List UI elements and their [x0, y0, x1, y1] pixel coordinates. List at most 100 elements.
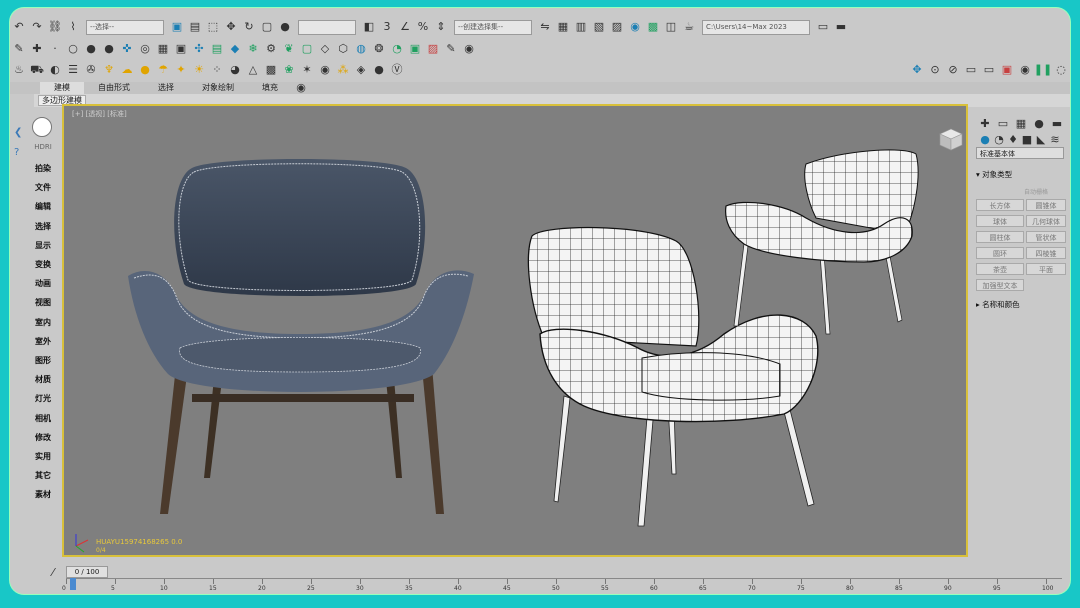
timeline-ruler[interactable]: 0 5 10 15 20 25 30 35 40 45 50 55 60 65 70 75 80 85 90 95 10…	[62, 578, 1062, 592]
fabric-chair[interactable]	[128, 159, 474, 514]
left-menu-item[interactable]: 修改	[28, 432, 58, 443]
sun-icon[interactable]: ☀	[192, 63, 206, 77]
systems-icon[interactable]: ≋	[1048, 133, 1062, 147]
umbrella-icon[interactable]: ☂	[156, 63, 170, 77]
primitive-button[interactable]: 几何球体	[1026, 215, 1066, 227]
angle-snap-icon[interactable]: ∠	[398, 20, 412, 34]
lamp-icon[interactable]: ♆	[102, 63, 116, 77]
tools-icon[interactable]: ⊘	[946, 63, 960, 77]
plant-icon[interactable]: ❀	[282, 63, 296, 77]
box-red-icon[interactable]: ▨	[426, 42, 440, 56]
left-menu-item[interactable]: 其它	[28, 470, 58, 481]
render-frame-icon[interactable]: ◫	[664, 20, 678, 34]
display-tab-icon[interactable]: ▬	[1050, 117, 1064, 131]
left-menu-item[interactable]: 拍染	[28, 163, 58, 174]
leaf-icon[interactable]: ❦	[282, 42, 296, 56]
perspective-viewport[interactable]: [+] [透视] [标准] HUAYU15974168265 0.0 0/4	[62, 104, 968, 557]
target-icon[interactable]: ◎	[138, 42, 152, 56]
left-menu-item[interactable]: 动画	[28, 278, 58, 289]
color-dots-icon[interactable]: ⁂	[336, 63, 350, 77]
undo-icon[interactable]: ↶	[12, 20, 26, 34]
unlink-icon[interactable]: ⌇	[66, 20, 80, 34]
mirror-ball-icon[interactable]: ◕	[228, 63, 242, 77]
redo-icon[interactable]: ↷	[30, 20, 44, 34]
panel2-icon[interactable]: ▭	[964, 63, 978, 77]
folder-icon[interactable]: ▭	[816, 20, 830, 34]
motion-tab-icon[interactable]: ●	[1032, 117, 1046, 131]
left-menu-item[interactable]: 灯光	[28, 393, 58, 404]
tab-modeling[interactable]: 建模	[40, 82, 84, 94]
car-icon[interactable]: ⛟	[30, 63, 44, 77]
material-ball-icon[interactable]: ◉	[318, 63, 332, 77]
left-menu-item[interactable]: 变换	[28, 259, 58, 270]
primitive-button[interactable]: 圆柱体	[976, 231, 1024, 243]
left-menu-item[interactable]: 图形	[28, 355, 58, 366]
circle-icon[interactable]: ○	[66, 42, 80, 56]
move-icon[interactable]: ✥	[224, 20, 238, 34]
orange-sphere-icon[interactable]: ●	[138, 63, 152, 77]
circle-dark-icon[interactable]: ◐	[48, 63, 62, 77]
left-menu-item[interactable]: 室外	[28, 336, 58, 347]
primitive-button[interactable]: 圆锥体	[1026, 199, 1066, 211]
shape-icon[interactable]: ⬡	[336, 42, 350, 56]
geometry-icon[interactable]: ●	[978, 133, 992, 147]
tab-selection[interactable]: 选择	[144, 82, 188, 94]
render-setup-icon[interactable]: ▩	[646, 20, 660, 34]
left-menu-item[interactable]: 相机	[28, 413, 58, 424]
panel-icon[interactable]: ▣	[408, 42, 422, 56]
globe-icon[interactable]: ◍	[354, 42, 368, 56]
sphere-light-icon[interactable]: ●	[102, 42, 116, 56]
spiral-icon[interactable]: ❂	[372, 42, 386, 56]
left-menu-item[interactable]: 选择	[28, 221, 58, 232]
sphere-gray-icon[interactable]: ●	[84, 42, 98, 56]
primitive-button[interactable]: 平面	[1026, 263, 1066, 275]
list-icon[interactable]: ☰	[66, 63, 80, 77]
plugin-icon[interactable]: ✥	[910, 63, 924, 77]
dots-icon[interactable]: ⁘	[210, 63, 224, 77]
light-icon[interactable]: ✦	[174, 63, 188, 77]
transform-gizmo-icon[interactable]: ✜	[120, 42, 134, 56]
tab-freeform[interactable]: 自由形式	[84, 82, 144, 94]
timeline-toggle-icon[interactable]: ⁄	[46, 566, 60, 580]
camera-icon[interactable]: ▣	[174, 42, 188, 56]
chain-icon[interactable]: ⊙	[928, 63, 942, 77]
scatter-icon[interactable]: ✶	[300, 63, 314, 77]
wrench-icon[interactable]: ✎	[12, 42, 26, 56]
v-icon[interactable]: Ⓥ	[390, 63, 404, 77]
move-gizmo-icon[interactable]: ✣	[192, 42, 206, 56]
render-ball-icon[interactable]: ◉	[1018, 63, 1032, 77]
workspace-icon[interactable]: ▬	[834, 20, 848, 34]
sun-small-icon[interactable]: ☁	[120, 63, 134, 77]
select-object-icon[interactable]: ▣	[170, 20, 184, 34]
collapse-arrow-icon[interactable]: ❮	[14, 127, 22, 138]
named-selection-field[interactable]: --创建选择集--	[454, 19, 532, 35]
percent-snap-icon[interactable]: %	[416, 20, 430, 34]
render-icon[interactable]: ☕	[682, 20, 696, 34]
question-icon[interactable]: ?	[14, 147, 19, 158]
shapes-icon[interactable]: ◔	[992, 133, 1006, 147]
glossy-sphere-icon[interactable]: ●	[372, 63, 386, 77]
lights-icon[interactable]: ♦	[1006, 133, 1020, 147]
sphere-icon[interactable]: ●	[278, 20, 292, 34]
group-icon[interactable]: ▤	[210, 42, 224, 56]
tab-populate[interactable]: 填充	[248, 82, 292, 94]
snowflake-icon[interactable]: ❄	[246, 42, 260, 56]
link-icon[interactable]: ⛓	[48, 20, 62, 34]
rect-select-icon[interactable]: ⬚	[206, 20, 220, 34]
select-by-name-icon[interactable]: ▤	[188, 20, 202, 34]
edit-icon[interactable]: ✎	[444, 42, 458, 56]
primitive-button[interactable]: 茶壶	[976, 263, 1024, 275]
eye-icon[interactable]: ◉	[462, 42, 476, 56]
scale-icon[interactable]: ▢	[260, 20, 274, 34]
primitive-button[interactable]: 四棱锥	[1026, 247, 1066, 259]
primitive-button[interactable]: 管状体	[1026, 231, 1066, 243]
left-menu-item[interactable]: 室内	[28, 317, 58, 328]
spinner-snap-icon[interactable]: ⇕	[434, 20, 448, 34]
pivot-icon[interactable]: ◧	[362, 20, 376, 34]
rotate-icon[interactable]: ↻	[242, 20, 256, 34]
primitive-button[interactable]: 圆环	[976, 247, 1024, 259]
snap-icon[interactable]: 3	[380, 20, 394, 34]
dot-icon[interactable]: ·	[48, 42, 62, 56]
bulb-icon[interactable]: ◔	[390, 42, 404, 56]
left-menu-item[interactable]: 实用	[28, 451, 58, 462]
